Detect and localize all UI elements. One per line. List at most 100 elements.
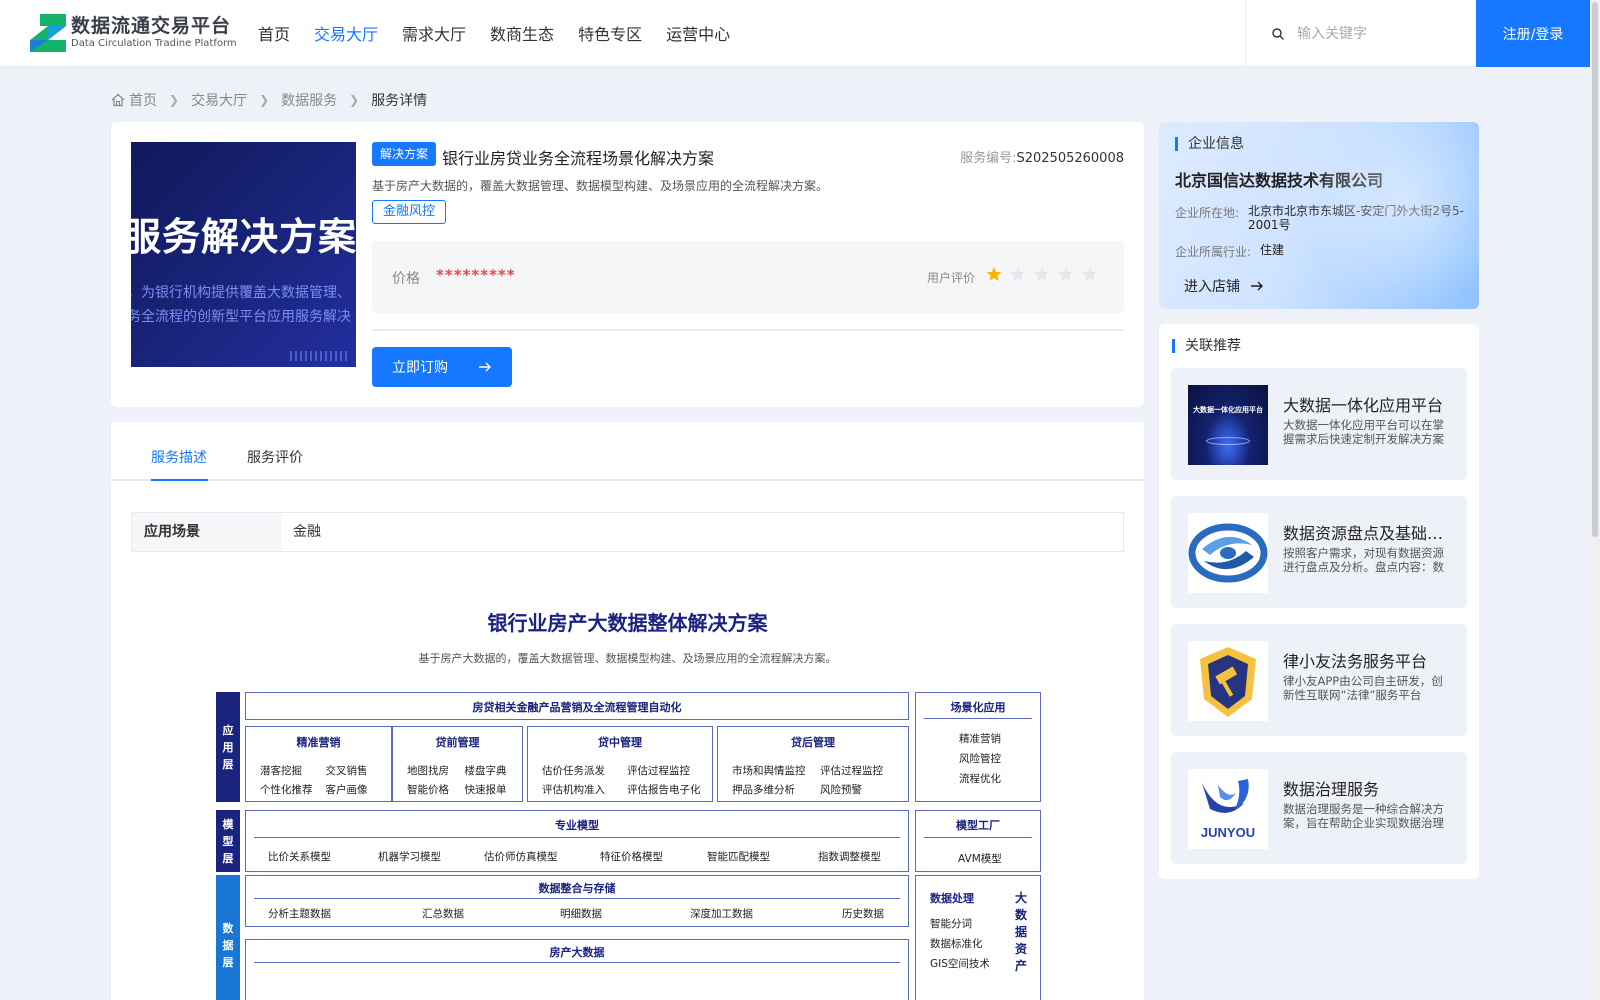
model-item: 智能匹配模型 xyxy=(707,851,770,863)
divider xyxy=(924,718,1032,719)
detail-tabs: 服务描述 服务评价 xyxy=(111,422,1144,481)
nav-item[interactable]: 首页 xyxy=(258,0,290,67)
breadcrumb-trading-hall[interactable]: 交易大厅 xyxy=(191,90,247,110)
page-scrollbar[interactable] xyxy=(1590,0,1600,1000)
recommend-item[interactable]: 大数据一体化应用平台 大数据一体化应用平台 大数据一体化应用平台可以在掌握需求后快速… xyxy=(1171,368,1467,480)
cover-decoration xyxy=(290,351,350,361)
cover-text-line: ，为银行机构提供覆盖大数据管理、 xyxy=(131,285,351,301)
product-description: 基于房产大数据的，覆盖大数据管理、数据模型构建、及场景应用的全流程解决方案。 xyxy=(372,179,829,193)
integrate-item: 汇总数据 xyxy=(422,908,464,920)
recommend-item[interactable]: 数据资源盘点及基础数据治理按照客户需求，对现有数据资源进行盘点及分析。盘点内容：… xyxy=(1171,496,1467,608)
top-header: 数据流通交易平台 Data Circulation Tradine Platfo… xyxy=(0,0,1600,67)
integrate-box: 数据整合与存储 分析主题数据 汇总数据 明细数据 深度加工数据 历史数据 xyxy=(245,875,909,927)
app-group-item: 风险预警 xyxy=(820,784,862,796)
scrollbar-thumb[interactable] xyxy=(1592,2,1598,537)
product-title: 银行业房贷业务全流程场景化解决方案 xyxy=(442,149,715,168)
cover-text-line: 务全流程的创新型平台应用服务解决 xyxy=(131,309,351,325)
login-register-button[interactable]: 注册/登录 xyxy=(1476,0,1590,67)
app-group-title: 贷中管理 xyxy=(598,736,642,749)
home-icon xyxy=(111,93,125,107)
app-group-title: 精准营销 xyxy=(296,736,341,749)
app-banner-title: 房贷相关金融产品营销及全流程管理自动化 xyxy=(472,701,682,714)
logo-title: 数据流通交易平台 xyxy=(71,15,232,37)
app-group-item: 客户画像 xyxy=(325,784,368,796)
layer-label-model: 模型层 xyxy=(216,810,240,872)
tab-service-description[interactable]: 服务描述 xyxy=(151,447,207,467)
divider xyxy=(924,837,1032,838)
bigdata-box: 房产大数据 xyxy=(245,939,909,1000)
chevron-right-icon: ❯ xyxy=(259,93,270,107)
service-number: 服务编号:S202505260008 xyxy=(960,147,1124,166)
tab-service-reviews[interactable]: 服务评价 xyxy=(247,447,303,467)
app-banner-box: 房贷相关金融产品营销及全流程管理自动化 xyxy=(245,692,909,720)
process-title: 数据处理 xyxy=(930,892,974,905)
app-group-box: 贷中管理 估价任务派发 评估过程监控 评估机构准入 评估报告电子化 xyxy=(527,726,713,802)
recommend-item-title: 律小友法务服务平台 xyxy=(1283,652,1428,671)
process-item: GIS空间技术 xyxy=(930,958,990,970)
type-tag: 解决方案 xyxy=(372,142,437,166)
nav-item[interactable]: 特色专区 xyxy=(578,0,642,67)
star-empty-icon xyxy=(1010,267,1026,281)
category-tag[interactable]: 金融风控 xyxy=(372,200,447,224)
nav-item[interactable]: 数商生态 xyxy=(490,0,554,67)
layer-label-data: 数据层 xyxy=(216,875,240,1000)
app-group-item: 楼盘字典 xyxy=(464,765,507,777)
diagram-title: 银行业房产大数据整体解决方案 xyxy=(487,611,768,635)
enter-shop-label: 进入店铺 xyxy=(1184,279,1240,295)
factory-item: AVM模型 xyxy=(958,853,1002,865)
scene-item: 精准营销 xyxy=(959,733,1001,745)
recommend-thumbnail: 大数据一体化应用平台 xyxy=(1188,385,1268,465)
service-number-label: 服务编号: xyxy=(960,151,1017,166)
industry-label: 企业所属行业: xyxy=(1175,245,1252,259)
layer-label-app: 应用层 xyxy=(216,692,240,802)
factory-box: 模型工厂 AVM模型 xyxy=(915,810,1041,872)
recommend-item-desc: 按照客户需求，对现有数据资源进行盘点及分析。盘点内容：数据 xyxy=(1283,546,1444,574)
enter-shop-link[interactable]: 进入店铺 xyxy=(1184,276,1264,296)
star-empty-icon xyxy=(1082,267,1098,281)
app-group-title: 贷后管理 xyxy=(791,736,835,749)
attribute-key: 应用场景 xyxy=(132,513,281,551)
app-group-item: 个性化推荐 xyxy=(260,784,313,796)
process-item: 数据标准化 xyxy=(930,938,983,950)
site-logo[interactable]: 数据流通交易平台 Data Circulation Tradine Platfo… xyxy=(30,14,237,52)
model-item: 比价关系模型 xyxy=(268,851,331,863)
app-group-box: 贷后管理 市场和舆情监控 评估过程监控 押品多维分析 风险预警 xyxy=(717,726,909,802)
recommend-item-desc: 大数据一体化应用平台可以在掌握需求后快速定制开发解决方案 xyxy=(1283,418,1444,446)
star-empty-icon xyxy=(1034,267,1050,281)
factory-title: 模型工厂 xyxy=(956,819,1000,832)
breadcrumb-data-service[interactable]: 数据服务 xyxy=(281,90,337,110)
recommend-item[interactable]: JUNYOU 数据治理服务 数据治理服务是一种综合解决方案，旨在帮助企业实现数据治理 xyxy=(1171,752,1467,864)
price-box: 价格 ********* 用户评价 xyxy=(372,241,1124,313)
logo-icon xyxy=(30,14,66,52)
integrate-item: 深度加工数据 xyxy=(690,908,753,920)
solution-diagram: 银行业房产大数据整体解决方案 基于房产大数据的，覆盖大数据管理、数据模型构建、及… xyxy=(111,607,1144,1000)
nav-item[interactable]: 需求大厅 xyxy=(402,0,466,67)
search-icon[interactable] xyxy=(1272,27,1284,40)
nav-item[interactable]: 运营中心 xyxy=(666,0,730,67)
company-name: 北京国信达数据技术有限公司 xyxy=(1175,171,1384,190)
model-item: 机器学习模型 xyxy=(378,851,441,863)
app-group-item: 交叉销售 xyxy=(325,765,368,777)
recommend-item[interactable]: 律小友法务服务平台 律小友APP由公司自主研发，创新性互联网“法律”服务平台 xyxy=(1171,624,1467,736)
model-item: 指数调整模型 xyxy=(818,851,881,863)
buy-now-button[interactable]: 立即订购 xyxy=(372,347,512,387)
integrate-title: 数据整合与存储 xyxy=(538,882,616,895)
nav-item[interactable]: 交易大厅 xyxy=(314,0,378,67)
model-item: 特征价格模型 xyxy=(600,851,663,863)
thumb-text: 大数据一体化应用平台 xyxy=(1193,406,1263,414)
thumb-text: JUNYOU xyxy=(1200,825,1256,840)
app-group-item: 快速报单 xyxy=(464,784,507,796)
recommend-thumbnail xyxy=(1188,641,1268,721)
app-group-title: 贷前管理 xyxy=(435,736,480,749)
company-info-card: 企业信息 北京国信达数据技术有限公司 企业所在地: 北京市北京市东城区-安定门外… xyxy=(1159,122,1479,309)
scene-item: 风险管控 xyxy=(959,753,1001,765)
chevron-right-icon: ❯ xyxy=(349,93,360,107)
buy-now-label: 立即订购 xyxy=(392,360,448,376)
app-group-item: 评估报告电子化 xyxy=(627,784,701,796)
app-group-item: 押品多维分析 xyxy=(732,784,795,796)
industry-value: 住建 xyxy=(1260,243,1285,257)
search-input[interactable] xyxy=(1297,25,1467,42)
breadcrumb-home[interactable]: 首页 xyxy=(129,90,157,110)
recommend-item-title: 数据治理服务 xyxy=(1283,780,1380,799)
app-group-item: 市场和舆情监控 xyxy=(732,765,806,777)
